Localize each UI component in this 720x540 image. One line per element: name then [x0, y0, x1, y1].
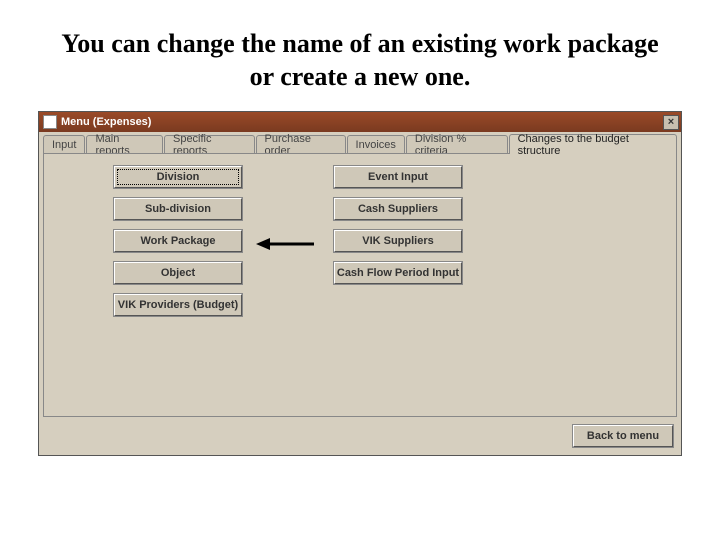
tabpanel-changes-budget-structure: Division Sub-division Work Package Objec… — [43, 153, 677, 417]
cash-suppliers-button[interactable]: Cash Suppliers — [334, 198, 462, 220]
close-icon: × — [668, 116, 674, 128]
work-package-button[interactable]: Work Package — [114, 230, 242, 252]
cash-flow-period-input-button[interactable]: Cash Flow Period Input — [334, 262, 462, 284]
tab-division-criteria[interactable]: Division % criteria — [406, 135, 508, 154]
app-icon — [43, 115, 57, 129]
window-menu-expenses: Menu (Expenses) × Input Main reports Spe… — [38, 111, 682, 456]
slide-title: You can change the name of an existing w… — [0, 0, 720, 111]
vik-suppliers-button[interactable]: VIK Suppliers — [334, 230, 462, 252]
titlebar: Menu (Expenses) × — [39, 112, 681, 132]
tab-invoices[interactable]: Invoices — [347, 135, 405, 154]
button-column-right: Event Input Cash Suppliers VIK Suppliers… — [334, 166, 462, 284]
division-button[interactable]: Division — [114, 166, 242, 188]
tab-input[interactable]: Input — [43, 135, 85, 154]
vik-providers-budget-button[interactable]: VIK Providers (Budget) — [114, 294, 242, 316]
sub-division-button[interactable]: Sub-division — [114, 198, 242, 220]
tab-purchase-order[interactable]: Purchase order — [256, 135, 346, 154]
close-button[interactable]: × — [663, 115, 679, 130]
tab-specific-reports[interactable]: Specific reports — [164, 135, 255, 154]
arrow-icon — [256, 236, 316, 252]
titlebar-text: Menu (Expenses) — [61, 116, 151, 128]
event-input-button[interactable]: Event Input — [334, 166, 462, 188]
tab-changes-budget-structure[interactable]: Changes to the budget structure — [509, 134, 677, 154]
back-to-menu-button[interactable]: Back to menu — [573, 425, 673, 447]
tabstrip: Input Main reports Specific reports Purc… — [39, 132, 681, 154]
object-button[interactable]: Object — [114, 262, 242, 284]
button-column-left: Division Sub-division Work Package Objec… — [114, 166, 242, 316]
tab-main-reports[interactable]: Main reports — [86, 135, 163, 154]
